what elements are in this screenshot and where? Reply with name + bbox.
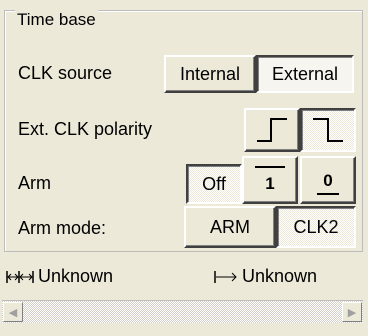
underline-icon <box>317 193 339 195</box>
arm-0-label: 0 <box>323 171 333 190</box>
status-row: Unknown Unknown <box>4 264 361 292</box>
rising-edge-button[interactable] <box>244 108 300 152</box>
right-arrow-bar-icon <box>214 270 237 283</box>
clk-external-button[interactable]: External <box>256 55 354 93</box>
ext-clk-polarity-label: Ext. CLK polarity <box>18 119 153 139</box>
status-left: Unknown <box>6 266 113 287</box>
rising-edge-icon <box>257 118 287 142</box>
scroll-left-button[interactable]: ◀ <box>3 302 23 322</box>
arm-0-button[interactable]: 0 <box>300 156 356 204</box>
arm-1-button[interactable]: 1 <box>242 156 298 204</box>
interval-arrows-icon <box>6 270 34 283</box>
falling-edge-icon <box>313 118 343 142</box>
overline-icon <box>255 166 285 168</box>
group-title: Time base <box>15 10 98 30</box>
clk-source-label: CLK source <box>18 63 113 83</box>
status-right-text: Unknown <box>242 266 318 286</box>
arm-mode-clk2-button[interactable]: CLK2 <box>276 206 356 248</box>
right-arrow-icon: ▶ <box>347 306 357 319</box>
left-arrow-icon: ◀ <box>8 306 18 319</box>
status-left-text: Unknown <box>38 266 114 286</box>
arm-mode-arm-button[interactable]: ARM <box>184 206 276 248</box>
arm-mode-label: Arm mode: <box>18 218 107 238</box>
scroll-right-button[interactable]: ▶ <box>342 302 362 322</box>
falling-edge-button[interactable] <box>300 108 356 152</box>
arm-1-label: 1 <box>265 174 275 193</box>
arm-off-button[interactable]: Off <box>186 164 242 204</box>
arm-label: Arm <box>18 173 51 193</box>
clk-internal-button[interactable]: Internal <box>164 55 256 93</box>
status-right: Unknown <box>214 266 317 287</box>
horizontal-scrollbar[interactable]: ◀ ▶ <box>2 300 363 323</box>
